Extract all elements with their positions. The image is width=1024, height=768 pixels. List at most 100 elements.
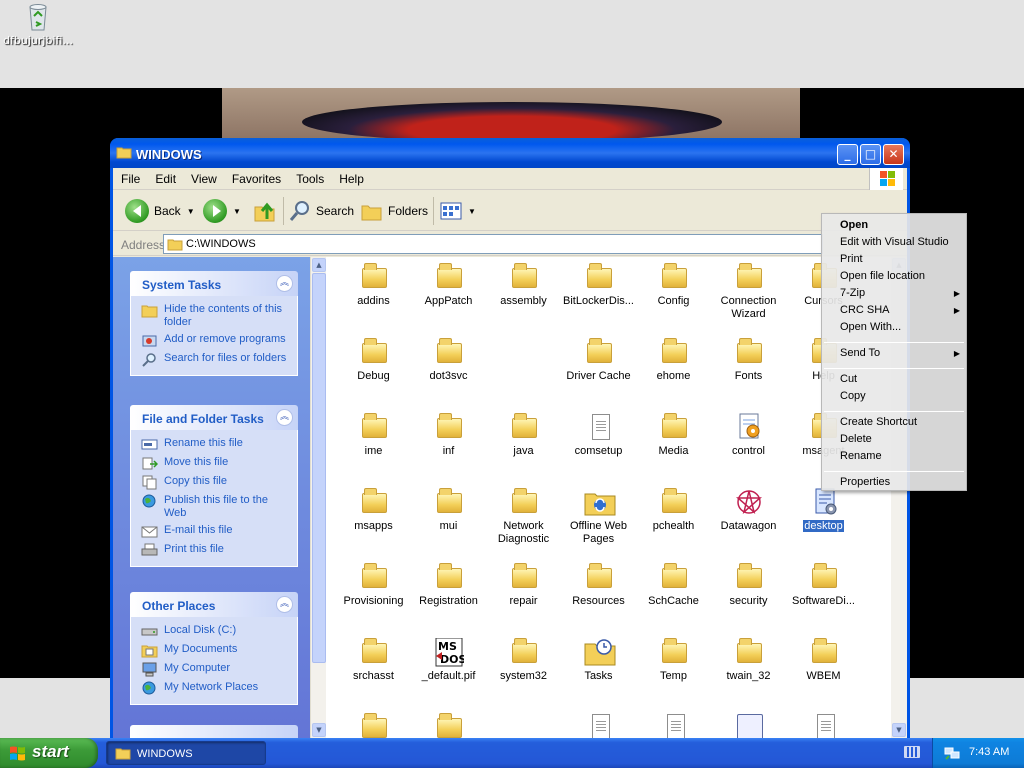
address-input[interactable]: C:\WINDOWS bbox=[163, 234, 823, 254]
folder-item[interactable] bbox=[336, 713, 411, 738]
folder-item[interactable]: BitLockerDis... bbox=[561, 263, 636, 308]
network-tray-icon[interactable] bbox=[944, 746, 960, 760]
folder-item[interactable]: Temp bbox=[636, 638, 711, 683]
file-item[interactable]: desktop bbox=[786, 488, 861, 533]
task-publish-web[interactable]: Publish this file to the Web bbox=[141, 494, 291, 520]
folder-item[interactable]: WBEM bbox=[786, 638, 861, 683]
context-menu-item[interactable]: Copy bbox=[840, 390, 866, 402]
folder-item[interactable]: SoftwareDi... bbox=[786, 563, 861, 608]
context-menu-item[interactable]: Rename bbox=[840, 450, 882, 462]
folder-item[interactable]: Config bbox=[636, 263, 711, 308]
clock[interactable]: 7:43 AM bbox=[969, 746, 1009, 758]
folder-item[interactable]: security bbox=[711, 563, 786, 608]
place-my-computer[interactable]: My Computer bbox=[141, 662, 291, 677]
file-item[interactable] bbox=[636, 713, 711, 738]
folder-item[interactable]: pchealth bbox=[636, 488, 711, 533]
views-button[interactable]: ▼ bbox=[440, 198, 476, 224]
folder-item[interactable]: Media bbox=[636, 413, 711, 458]
collapse-chevron-icon[interactable]: ︽ bbox=[276, 275, 293, 292]
forward-button[interactable]: ▼ bbox=[203, 198, 241, 224]
views-dropdown-icon[interactable]: ▼ bbox=[468, 207, 476, 216]
folder-item[interactable]: Driver Cache bbox=[561, 338, 636, 383]
task-move-file[interactable]: Move this file bbox=[141, 456, 291, 471]
context-menu-item[interactable]: Cut bbox=[840, 373, 857, 385]
folder-item[interactable]: Connection Wizard bbox=[711, 263, 786, 321]
scroll-down-icon[interactable]: ▼ bbox=[892, 723, 906, 737]
back-dropdown-icon[interactable]: ▼ bbox=[187, 207, 195, 216]
forward-dropdown-icon[interactable]: ▼ bbox=[233, 207, 241, 216]
scroll-up-icon[interactable]: ▲ bbox=[312, 258, 326, 272]
menu-file[interactable]: File bbox=[113, 168, 147, 186]
system-tasks-header[interactable]: System Tasks ︽ bbox=[130, 271, 298, 296]
folder-item[interactable]: java bbox=[486, 413, 561, 458]
folder-item[interactable]: ehome bbox=[636, 338, 711, 383]
up-folder-button[interactable] bbox=[253, 198, 277, 224]
context-menu-item[interactable]: Send To bbox=[840, 347, 880, 359]
folder-item[interactable]: Network Diagnostic bbox=[486, 488, 561, 546]
context-menu-item[interactable]: Create Shortcut bbox=[840, 416, 917, 428]
place-local-disk[interactable]: Local Disk (C:) bbox=[141, 624, 291, 639]
folder-item[interactable]: msapps bbox=[336, 488, 411, 533]
folder-item[interactable]: AppPatch bbox=[411, 263, 486, 308]
folder-item[interactable]: srchasst bbox=[336, 638, 411, 683]
file-item[interactable]: Tasks bbox=[561, 638, 636, 683]
menu-tools[interactable]: Tools bbox=[288, 168, 331, 186]
file-item[interactable] bbox=[711, 713, 786, 738]
folder-item[interactable]: assembly bbox=[486, 263, 561, 308]
context-menu-item[interactable]: 7-Zip bbox=[840, 287, 865, 299]
file-item[interactable]: Datawagon bbox=[711, 488, 786, 533]
folder-item[interactable] bbox=[411, 713, 486, 738]
task-copy-file[interactable]: Copy this file bbox=[141, 475, 291, 490]
start-button[interactable]: start bbox=[0, 738, 98, 768]
collapse-chevron-icon[interactable]: ︽ bbox=[276, 409, 293, 426]
folder-item[interactable]: ime bbox=[336, 413, 411, 458]
task-pane-scrollbar[interactable]: ▲ ▼ bbox=[310, 257, 326, 738]
task-search-files[interactable]: Search for files or folders bbox=[141, 352, 291, 367]
file-item[interactable]: control bbox=[711, 413, 786, 458]
keyboard-icon[interactable] bbox=[904, 746, 920, 758]
search-button[interactable]: Search bbox=[289, 198, 354, 224]
folder-item[interactable]: Resources bbox=[561, 563, 636, 608]
folder-item[interactable]: Provisioning bbox=[336, 563, 411, 608]
folder-item[interactable]: inf bbox=[411, 413, 486, 458]
task-email-file[interactable]: E-mail this file bbox=[141, 524, 291, 539]
place-my-network[interactable]: My Network Places bbox=[141, 681, 291, 696]
title-bar[interactable]: WINDOWS _ □ ✕ bbox=[110, 138, 910, 168]
task-add-remove-programs[interactable]: Add or remove programs bbox=[141, 333, 291, 348]
task-print-file[interactable]: Print this file bbox=[141, 543, 291, 558]
desktop-recycle-bin[interactable]: dfbujurjbifi... bbox=[2, 2, 74, 47]
folder-item[interactable]: repair bbox=[486, 563, 561, 608]
context-menu-item[interactable]: CRC SHA bbox=[840, 304, 890, 316]
maximize-button[interactable]: □ bbox=[860, 144, 881, 165]
other-places-header[interactable]: Other Places ︽ bbox=[130, 592, 298, 617]
context-menu-item[interactable]: Properties bbox=[840, 476, 890, 488]
folder-item[interactable]: system32 bbox=[486, 638, 561, 683]
file-item[interactable] bbox=[561, 713, 636, 738]
folder-item[interactable]: twain_32 bbox=[711, 638, 786, 683]
folder-item[interactable]: Registration bbox=[411, 563, 486, 608]
minimize-button[interactable]: _ bbox=[837, 144, 858, 165]
folder-item[interactable]: mui bbox=[411, 488, 486, 533]
taskbar-item-windows[interactable]: WINDOWS bbox=[106, 741, 266, 765]
scrollbar-thumb[interactable] bbox=[312, 273, 326, 663]
place-my-documents[interactable]: My Documents bbox=[141, 643, 291, 658]
scroll-down-icon[interactable]: ▼ bbox=[312, 723, 326, 737]
context-menu-item[interactable]: Open bbox=[840, 219, 868, 231]
menu-help[interactable]: Help bbox=[331, 168, 371, 186]
context-menu-item[interactable]: Print bbox=[840, 253, 863, 265]
menu-favorites[interactable]: Favorites bbox=[224, 168, 288, 186]
folder-item[interactable]: dot3svc bbox=[411, 338, 486, 383]
context-menu-item[interactable]: Open file location bbox=[840, 270, 925, 282]
folder-item[interactable]: SchCache bbox=[636, 563, 711, 608]
file-item[interactable] bbox=[786, 713, 861, 738]
folder-item[interactable]: Debug bbox=[336, 338, 411, 383]
back-button[interactable]: Back ▼ bbox=[125, 198, 195, 224]
file-item[interactable]: Offline Web Pages bbox=[561, 488, 636, 546]
folder-item[interactable]: addins bbox=[336, 263, 411, 308]
menu-view[interactable]: View bbox=[183, 168, 224, 186]
context-menu-item[interactable]: Edit with Visual Studio bbox=[840, 236, 949, 248]
file-folder-tasks-header[interactable]: File and Folder Tasks ︽ bbox=[130, 405, 298, 430]
collapse-chevron-icon[interactable]: ︽ bbox=[276, 596, 293, 613]
menu-edit[interactable]: Edit bbox=[147, 168, 183, 186]
folders-button[interactable]: Folders bbox=[361, 198, 428, 224]
